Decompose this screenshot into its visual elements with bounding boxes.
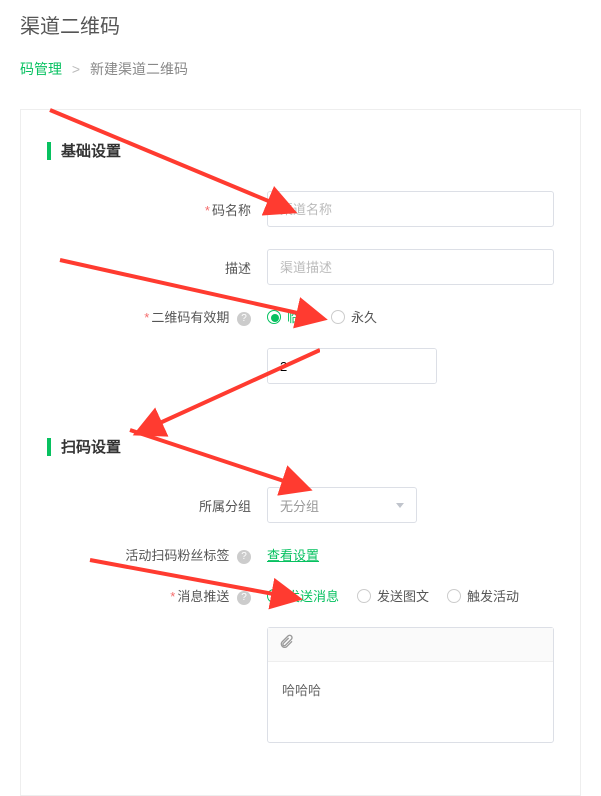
row-code-name: *码名称 [47,191,554,227]
radio-push-msg[interactable]: 发送消息 [267,586,339,605]
label-group: 所属分组 [47,496,267,515]
editor-toolbar [268,628,553,662]
row-tags: 活动扫码粉丝标签 ? 查看设置 [47,545,554,564]
page-title: 渠道二维码 [0,0,601,53]
radio-push-img[interactable]: 发送图文 [357,586,429,605]
validity-number-group: 天 [267,348,437,384]
section-scan-title: 扫码设置 [47,436,554,457]
label-code-name: *码名称 [47,200,267,219]
row-desc: 描述 [47,249,554,285]
input-validity-days[interactable] [268,349,437,383]
row-group: 所属分组 无分组 [47,487,554,523]
select-group-value: 无分组 [280,496,319,515]
chevron-down-icon [396,503,404,508]
help-icon[interactable]: ? [237,550,251,564]
breadcrumb: 码管理 > 新建渠道二维码 [0,53,601,99]
message-editor: 哈哈哈 [267,627,554,743]
input-desc[interactable] [267,249,554,285]
select-group[interactable]: 无分组 [267,487,417,523]
label-validity: *二维码有效期 ? [47,307,267,326]
breadcrumb-link[interactable]: 码管理 [20,61,62,77]
radio-validity-perm[interactable]: 永久 [331,307,377,326]
label-tags: 活动扫码粉丝标签 ? [47,545,267,564]
help-icon[interactable]: ? [237,312,251,326]
breadcrumb-current: 新建渠道二维码 [90,61,188,77]
label-push: *消息推送 ? [47,586,267,605]
section-bar-icon [47,142,51,160]
help-icon[interactable]: ? [237,591,251,605]
row-validity-value: 天 [47,348,554,384]
label-desc: 描述 [47,258,267,277]
link-view-tags[interactable]: 查看设置 [267,545,319,564]
section-scan-label: 扫码设置 [61,436,121,457]
radio-push-act[interactable]: 触发活动 [447,586,519,605]
section-bar-icon [47,438,51,456]
breadcrumb-sep: > [72,61,80,77]
section-basic-title: 基础设置 [47,140,554,161]
row-push-editor: 哈哈哈 [47,627,554,743]
radio-validity-temp[interactable]: 临时 [267,307,313,326]
section-basic-label: 基础设置 [61,140,121,161]
row-push: *消息推送 ? 发送消息 发送图文 触发活动 [47,586,554,605]
input-code-name[interactable] [267,191,554,227]
attachment-icon[interactable] [278,634,294,655]
row-validity: *二维码有效期 ? 临时 永久 [47,307,554,326]
editor-body[interactable]: 哈哈哈 [268,662,553,742]
form-card: 基础设置 *码名称 描述 *二维码有效期 ? 临时 永久 [20,109,581,796]
